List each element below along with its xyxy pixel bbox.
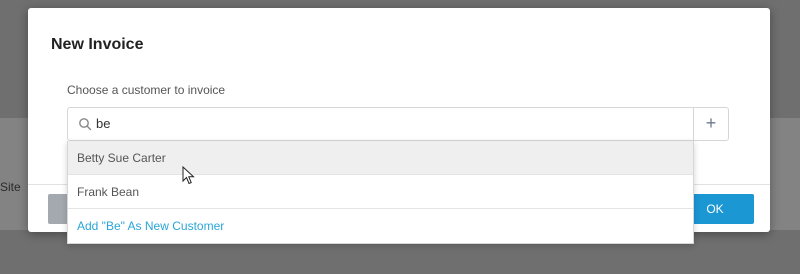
- modal-title: New Invoice: [51, 36, 144, 53]
- customer-field-label: Choose a customer to invoice: [67, 83, 226, 97]
- search-input-value: be: [96, 116, 111, 131]
- background-partial-text: Site: [0, 180, 21, 194]
- mouse-pointer-icon: [182, 166, 195, 185]
- suggestion-item[interactable]: Betty Sue Carter: [68, 141, 693, 175]
- customer-suggestions-dropdown: Betty Sue Carter Frank Bean Add "Be" As …: [67, 141, 694, 244]
- search-icon: [79, 118, 92, 131]
- suggestion-item[interactable]: Frank Bean: [68, 175, 693, 209]
- add-new-customer-link[interactable]: Add "Be" As New Customer: [68, 209, 693, 243]
- customer-search-input[interactable]: be: [67, 107, 694, 141]
- add-customer-button[interactable]: +: [693, 107, 729, 141]
